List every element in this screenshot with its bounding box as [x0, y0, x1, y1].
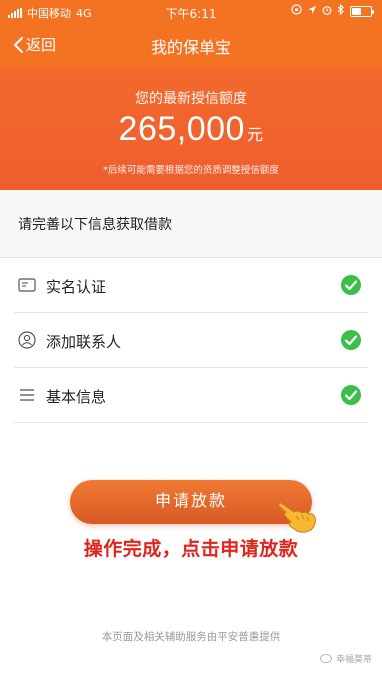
status-right [291, 3, 374, 18]
apply-loan-button[interactable]: 申请放款 [70, 480, 312, 524]
step-label: 添加联系人 [46, 333, 122, 351]
battery-icon [350, 5, 374, 17]
step-label: 实名认证 [46, 278, 107, 296]
section-heading-text: 请完善以下信息获取借款 [18, 217, 172, 233]
step-row-contacts[interactable]: 添加联系人 [14, 313, 368, 368]
step-row-basic-info[interactable]: 基本信息 [14, 368, 368, 423]
credit-panel: 您的最新授信额度 265,000 元 *后续可能需要根据您的资质调整授信额度 [0, 66, 382, 190]
contact-person-icon [18, 331, 36, 349]
check-circle-icon [341, 385, 361, 405]
credit-label: 您的最新授信额度 [135, 91, 247, 107]
header: 中国移动 4G 下午6:11 返回 我的保单宝 [0, 0, 382, 66]
bluetooth-icon [337, 3, 345, 18]
lock-rotation-icon [291, 4, 302, 18]
nav-bar: 返回 我的保单宝 [0, 24, 382, 66]
page-title: 我的保单宝 [150, 38, 231, 57]
list-icon [20, 389, 34, 401]
footer-text: 本页面及相关辅助服务由平安普惠提供 [101, 631, 281, 643]
step-row-real-name[interactable]: 实名认证 [14, 258, 368, 313]
instruction-caption: 操作完成，点击申请放款 [83, 538, 299, 560]
id-card-icon [18, 278, 36, 292]
chat-bubble-icon [319, 654, 332, 663]
credit-note: *后续可能需要根据您的资质调整授信额度 [103, 165, 279, 176]
alarm-icon [322, 5, 332, 18]
credit-amount: 265,000 元 [0, 110, 382, 149]
watermark-text: 幸福莫蒂 [335, 655, 372, 665]
step-label: 基本信息 [46, 388, 107, 406]
section-heading: 请完善以下信息获取借款 [0, 190, 382, 258]
location-arrow-icon [307, 5, 317, 18]
watermark: 幸福莫蒂 [319, 652, 372, 665]
check-circle-icon [341, 275, 361, 295]
credit-amount-unit: 元 [246, 127, 264, 144]
pointing-hand-icon [278, 502, 316, 533]
credit-amount-value: 265,000 [118, 110, 245, 148]
check-circle-icon [341, 330, 361, 350]
status-bar: 中国移动 4G 下午6:11 [0, 0, 382, 24]
